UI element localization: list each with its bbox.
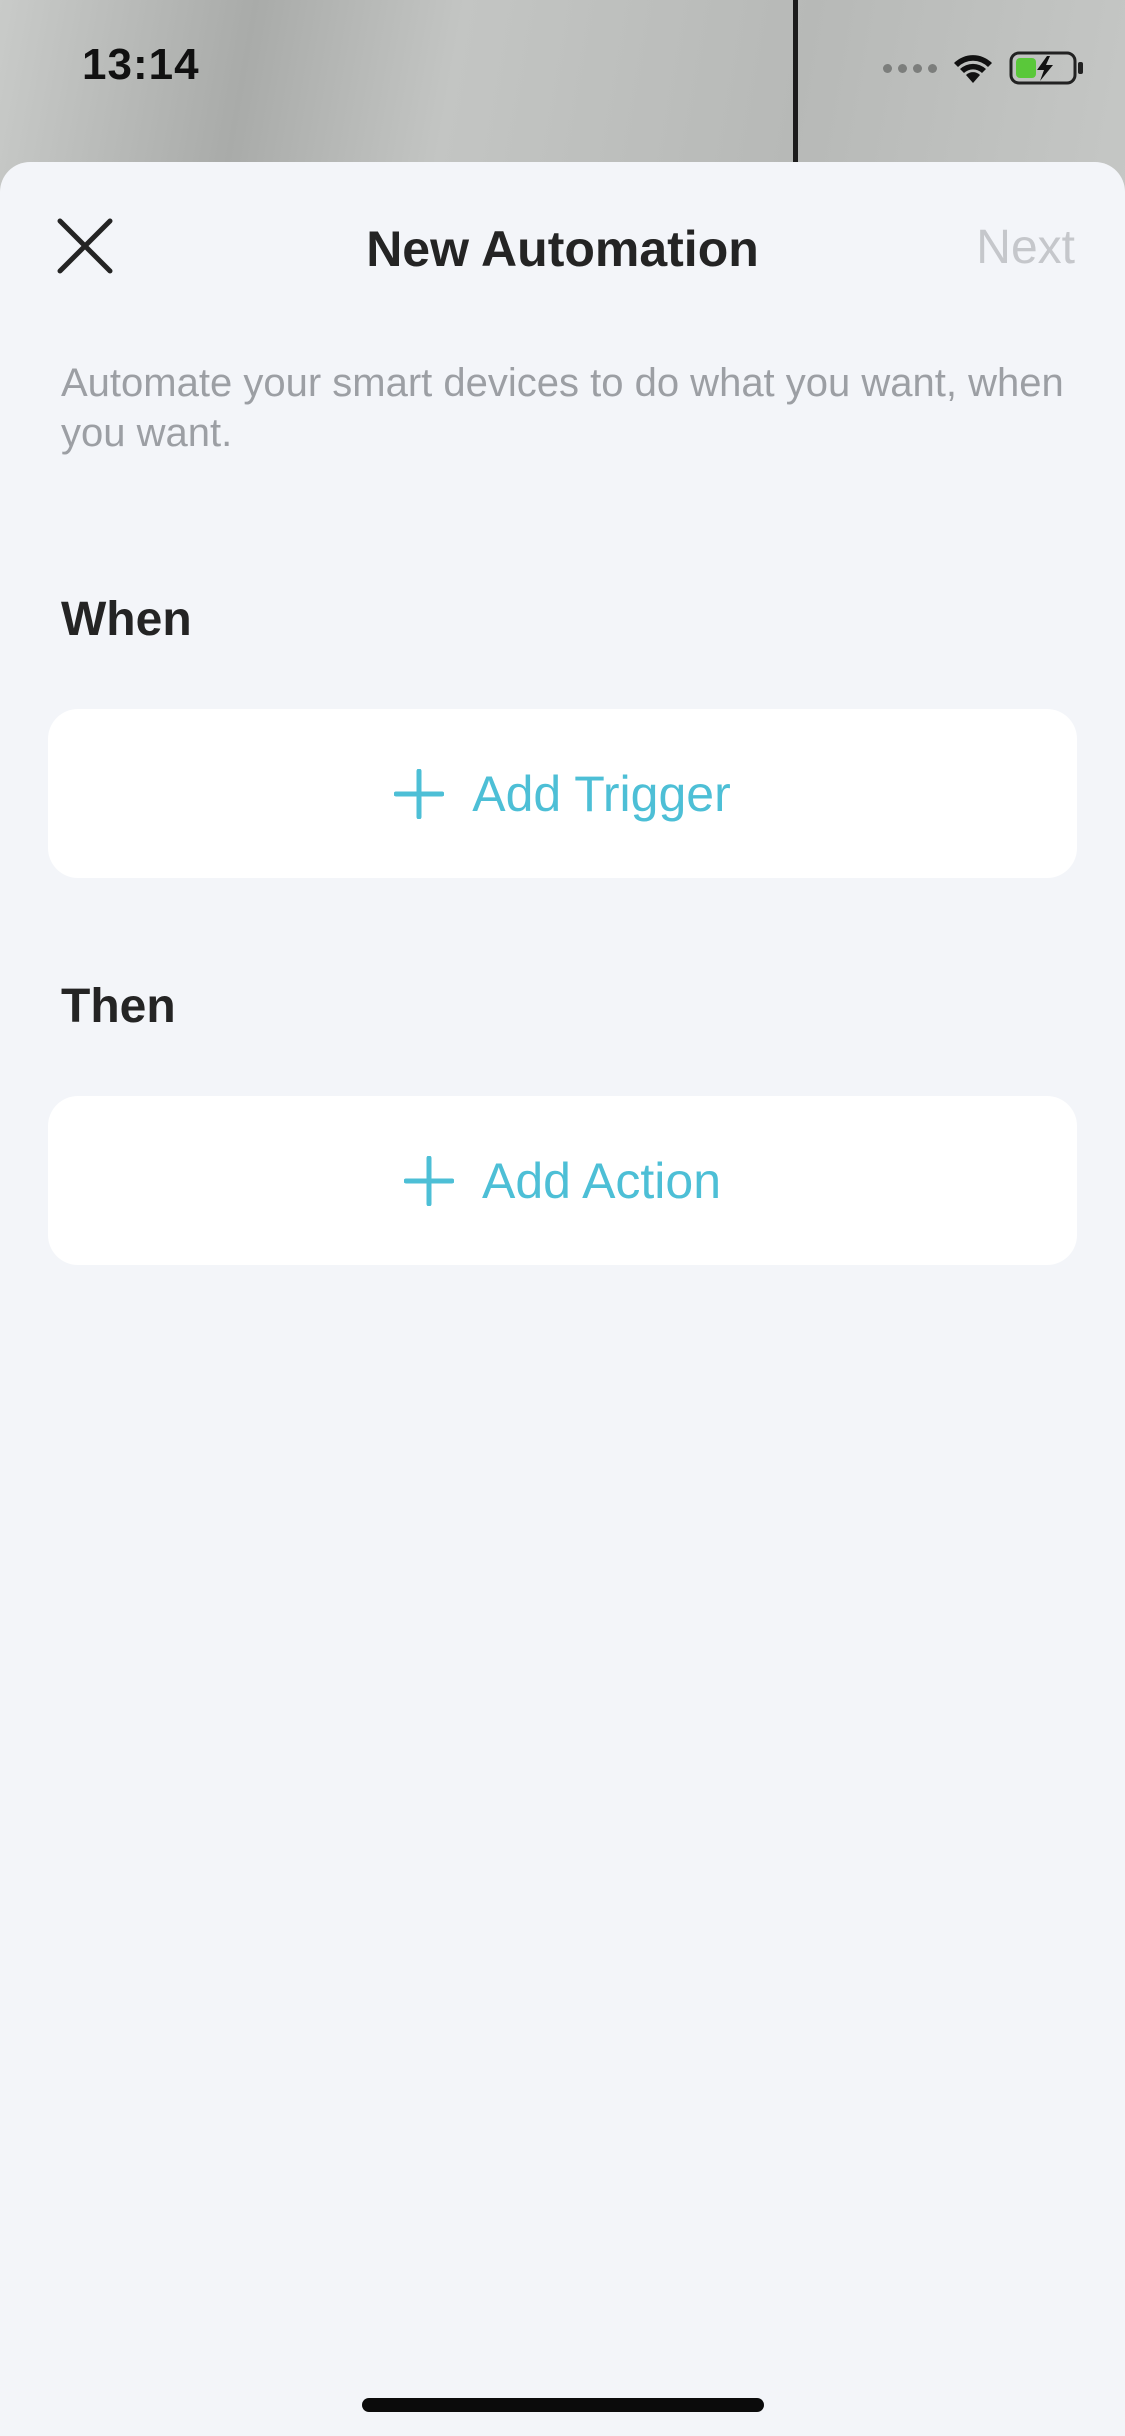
page-title: New Automation: [366, 221, 759, 277]
wifi-icon: [954, 55, 992, 83]
add-action-button[interactable]: Add Action: [48, 1096, 1077, 1265]
add-trigger-label: Add Trigger: [472, 765, 731, 822]
status-icons: [883, 50, 1085, 86]
home-indicator[interactable]: [362, 2398, 764, 2412]
status-time: 13:14: [82, 40, 200, 89]
add-trigger-button[interactable]: Add Trigger: [48, 709, 1077, 878]
battery-charging-icon: [1009, 51, 1083, 85]
description-text: Automate your smart devices to do what y…: [61, 361, 1064, 455]
automation-sheet: New Automation Next Automate your smart …: [0, 162, 1125, 2436]
cellular-signal-icon: [883, 63, 937, 73]
then-section-title: Then: [61, 980, 176, 1033]
plus-icon: [403, 1155, 454, 1206]
background-pole: [793, 0, 798, 165]
next-button[interactable]: Next: [976, 220, 1075, 275]
add-action-label: Add Action: [481, 1152, 722, 1209]
plus-icon: [394, 768, 445, 819]
when-section-title: When: [61, 593, 192, 646]
